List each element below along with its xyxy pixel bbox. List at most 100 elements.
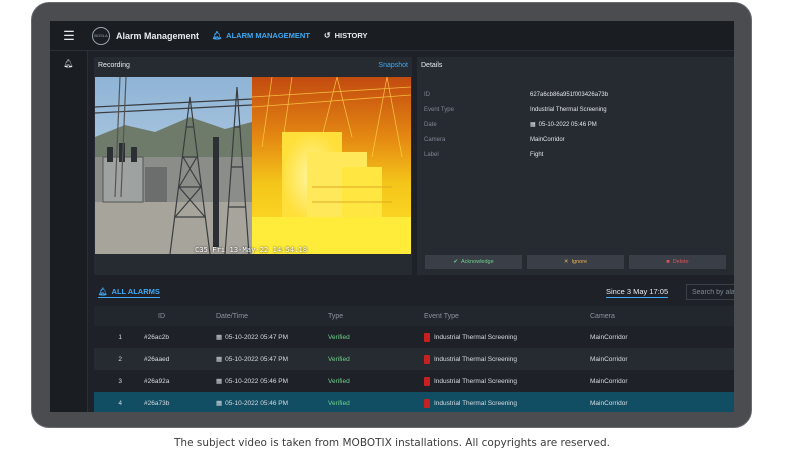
bell-icon: 🔔︎: [63, 58, 74, 68]
nav-history[interactable]: ↺ HISTORY: [324, 31, 368, 40]
row-date: ▦ 05-10-2022 05:47 PM: [216, 333, 328, 342]
row-event: Industrial Thermal Screening: [424, 354, 590, 364]
row-number: 1: [118, 333, 122, 341]
row-event-text: Industrial Thermal Screening: [434, 333, 517, 341]
detail-value: Fight: [530, 151, 544, 158]
history-icon: ↺: [323, 31, 331, 40]
alarm-search-input[interactable]: [686, 284, 734, 300]
acknowledge-label: Acknowledge: [460, 259, 494, 265]
alarms-table: ID Date/Time Type Event Type Camera 1 #2…: [94, 306, 734, 412]
row-event: Industrial Thermal Screening: [424, 398, 590, 408]
top-bar: ☰ BOSLA Alarm Management 🔔︎ ALARM MANAGE…: [50, 21, 734, 51]
detail-value: 627a6cb86a951f003426a73b: [530, 91, 609, 98]
row-id: #26aaed: [144, 355, 170, 363]
alarm-flag-icon: [424, 332, 430, 342]
calendar-icon: ▦: [530, 122, 536, 128]
alarm-flag-icon: [424, 354, 430, 364]
row-camera: MainCorridor: [590, 399, 628, 407]
row-event: Industrial Thermal Screening: [424, 332, 590, 342]
row-number: 3: [118, 377, 122, 385]
video-visual-view: [95, 77, 253, 254]
detail-value: MainCorridor: [530, 136, 565, 143]
col-date[interactable]: Date/Time: [216, 313, 328, 320]
table-row[interactable]: 3 #26a92a ▦ 05-10-2022 05:46 PM Verified …: [94, 370, 734, 392]
table-header: ID Date/Time Type Event Type Camera: [94, 306, 734, 326]
col-camera[interactable]: Camera: [590, 313, 690, 320]
detail-label: Date: [424, 121, 437, 128]
alarm-actions: ✔ Acknowledge ✕ Ignore ■ Delete: [425, 255, 731, 269]
row-type: Verified: [328, 355, 350, 363]
detail-value: Industrial Thermal Screening: [530, 106, 607, 113]
date-filter[interactable]: Since 3 May 17:05: [606, 287, 669, 298]
app-logo: BOSLA: [92, 26, 110, 45]
tablet-frame: ☰ BOSLA Alarm Management 🔔︎ ALARM MANAGE…: [31, 2, 752, 428]
details-header: Details: [417, 57, 734, 74]
detail-row-event-type: Event Type Industrial Thermal Screening: [424, 102, 724, 117]
col-type[interactable]: Type: [328, 313, 424, 320]
detail-row-date: Date ▦ 05-10-2022 05:46 PM: [424, 117, 724, 132]
row-date-text: 05-10-2022 05:47 PM: [225, 333, 289, 341]
sidebar: 🔔︎: [50, 51, 88, 412]
col-id[interactable]: ID: [141, 313, 216, 320]
detail-value-wrap: ▦ 05-10-2022 05:46 PM: [530, 121, 597, 128]
calendar-icon: ▦: [216, 356, 223, 363]
table-row-selected[interactable]: 4 #26a73b ▦ 05-10-2022 05:46 PM Verified …: [94, 392, 734, 412]
detail-row-label: Label Fight: [424, 147, 724, 162]
col-event[interactable]: Event Type: [424, 313, 590, 320]
recording-header: Recording Snapshot: [94, 57, 412, 74]
bell-icon: 🔔︎: [212, 31, 223, 40]
nav-history-label: HISTORY: [334, 31, 368, 40]
ignore-button[interactable]: ✕ Ignore: [527, 255, 624, 269]
acknowledge-button[interactable]: ✔ Acknowledge: [425, 255, 522, 269]
row-id: #26a73b: [144, 399, 170, 407]
ignore-label: Ignore: [571, 259, 588, 265]
delete-button[interactable]: ■ Delete: [629, 255, 726, 269]
hamburger-menu-icon[interactable]: ☰: [50, 28, 88, 44]
nav-alarm-management[interactable]: 🔔︎ ALARM MANAGEMENT: [212, 31, 310, 40]
all-alarms-label: ALL ALARMS: [111, 286, 160, 296]
calendar-icon: ▦: [216, 378, 223, 385]
app-title: Alarm Management: [116, 30, 200, 41]
row-event-text: Industrial Thermal Screening: [434, 377, 517, 385]
table-row[interactable]: 1 #26ac2b ▦ 05-10-2022 05:47 PM Verified …: [94, 326, 734, 348]
row-event-text: Industrial Thermal Screening: [434, 399, 517, 407]
detail-label: Camera: [424, 136, 446, 143]
calendar-icon: ▦: [216, 334, 223, 341]
detail-row-id: ID 627a6cb86a951f003426a73b: [424, 87, 724, 102]
recording-video[interactable]: C35 Fri 13-May-22 14:54:18: [95, 77, 411, 254]
table-row[interactable]: 2 #26aaed ▦ 05-10-2022 05:47 PM Verified …: [94, 348, 734, 370]
check-icon: ✔: [453, 259, 458, 265]
detail-label: Event Type: [424, 106, 454, 113]
row-date-text: 05-10-2022 05:46 PM: [225, 399, 289, 407]
snapshot-link[interactable]: Snapshot: [378, 62, 408, 69]
row-type: Verified: [328, 377, 350, 385]
detail-value: 05-10-2022 05:46 PM: [538, 122, 597, 128]
detail-row-camera: Camera MainCorridor: [424, 132, 724, 147]
details-list: ID 627a6cb86a951f003426a73b Event Type I…: [424, 87, 724, 162]
details-panel: Details ID 627a6cb86a951f003426a73b Even…: [417, 57, 734, 275]
top-nav: 🔔︎ ALARM MANAGEMENT ↺ HISTORY: [212, 31, 382, 40]
video-thermal-view: [251, 77, 411, 254]
trash-icon: ■: [666, 259, 670, 265]
tab-all-alarms[interactable]: 🔔︎ ALL ALARMS: [98, 287, 160, 298]
row-type: Verified: [328, 399, 350, 407]
row-id: #26ac2b: [144, 333, 169, 341]
detail-label: ID: [424, 91, 430, 98]
app-screen: ☰ BOSLA Alarm Management 🔔︎ ALARM MANAGE…: [50, 21, 734, 412]
calendar-icon: ▦: [216, 400, 223, 407]
row-camera: MainCorridor: [590, 355, 628, 363]
recording-title: Recording: [98, 62, 130, 69]
row-event: Industrial Thermal Screening: [424, 376, 590, 386]
row-number: 4: [118, 399, 122, 407]
image-caption: The subject video is taken from MOBOTIX …: [174, 437, 610, 449]
row-date-text: 05-10-2022 05:47 PM: [225, 355, 289, 363]
row-id: #26a92a: [144, 377, 170, 385]
row-event-text: Industrial Thermal Screening: [434, 355, 517, 363]
row-date: ▦ 05-10-2022 05:47 PM: [216, 355, 328, 364]
alarm-flag-icon: [424, 398, 430, 408]
sidebar-item-alarms[interactable]: 🔔︎: [50, 51, 87, 75]
row-type: Verified: [328, 333, 350, 341]
alarm-flag-icon: [424, 376, 430, 386]
recording-panel: Recording Snapshot C35 Fri 13-May-22 14:…: [94, 57, 412, 275]
delete-label: Delete: [672, 259, 689, 265]
